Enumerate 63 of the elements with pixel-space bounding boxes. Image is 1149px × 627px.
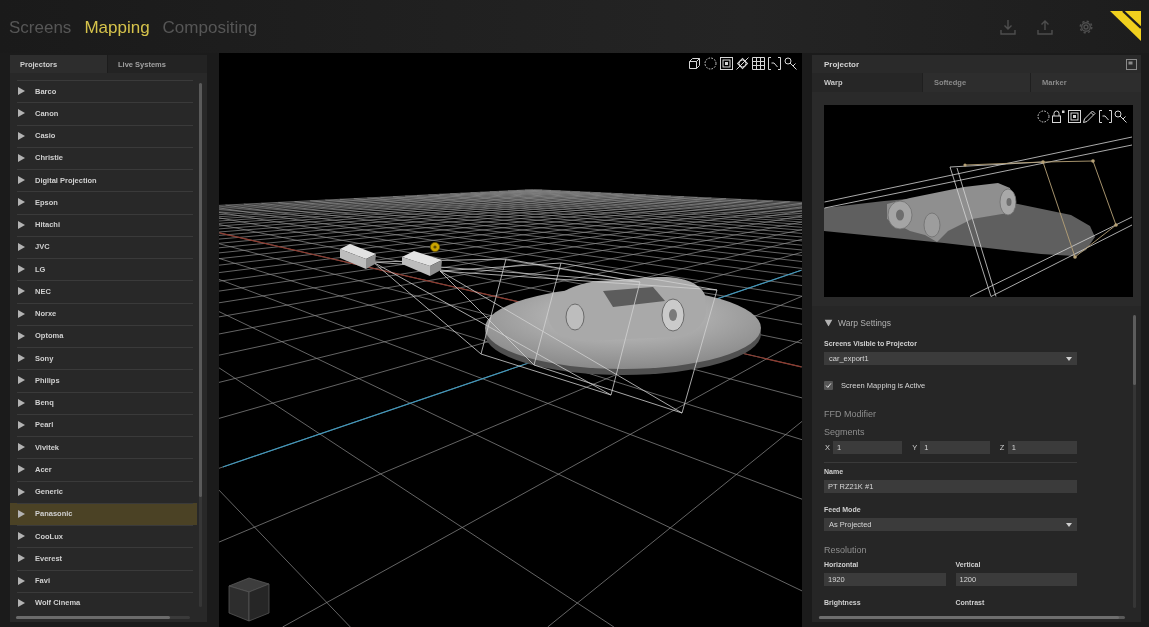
dotted-circle-icon[interactable] — [1036, 110, 1050, 123]
collapse-arrow-icon[interactable] — [824, 319, 833, 327]
section-heading: Segments — [824, 426, 866, 438]
warp-handle[interactable] — [1091, 159, 1095, 163]
expand-arrow-icon[interactable] — [18, 465, 25, 474]
expand-arrow-icon[interactable] — [18, 331, 25, 340]
expand-arrow-icon[interactable] — [18, 554, 25, 563]
expand-arrow-icon[interactable] — [18, 87, 25, 96]
projector-preview[interactable] — [824, 105, 1133, 297]
expand-arrow-icon[interactable] — [18, 287, 25, 296]
projector-model[interactable] — [402, 251, 442, 276]
expand-arrow-icon[interactable] — [18, 153, 25, 162]
scrollbar-thumb[interactable] — [1133, 315, 1136, 385]
warp-handle[interactable] — [1041, 160, 1045, 164]
warp-handle[interactable] — [963, 163, 967, 167]
caret-icon — [1066, 522, 1072, 527]
expand-arrow-icon[interactable] — [18, 265, 25, 274]
expand-arrow-icon[interactable] — [18, 420, 25, 429]
window-icon[interactable] — [1126, 58, 1137, 70]
3d-viewport[interactable] — [219, 53, 802, 627]
expand-arrow-icon[interactable] — [18, 509, 25, 518]
box-icon[interactable] — [688, 57, 701, 70]
projector-model[interactable] — [340, 244, 376, 269]
light-icon[interactable] — [430, 242, 440, 252]
wrench-icon[interactable] — [784, 57, 797, 70]
expand-arrow-icon[interactable] — [18, 398, 25, 407]
crossed-squares-icon[interactable] — [736, 57, 749, 70]
section-title[interactable]: Warp Settings — [838, 318, 892, 328]
lock-icon[interactable] — [1052, 110, 1065, 123]
warp-handle[interactable] — [1073, 255, 1077, 259]
bracket-icon[interactable] — [1098, 110, 1112, 123]
grid-icon[interactable] — [752, 57, 765, 70]
expand-arrow-icon[interactable] — [18, 576, 25, 585]
pencil-icon[interactable] — [1083, 110, 1096, 123]
expand-arrow-icon[interactable] — [18, 354, 25, 363]
dotted-circle-icon[interactable] — [704, 57, 717, 70]
expand-arrow-icon[interactable] — [18, 598, 25, 607]
car-model[interactable] — [887, 183, 1017, 242]
target-square-icon[interactable] — [720, 57, 733, 70]
expand-arrow-icon[interactable] — [18, 443, 25, 452]
warp-handle[interactable] — [1114, 223, 1118, 227]
mode-tab[interactable]: Mapping — [84, 18, 150, 38]
car-model[interactable] — [548, 276, 706, 341]
expand-arrow-icon[interactable] — [18, 376, 25, 385]
scrollbar-thumb[interactable] — [199, 83, 202, 497]
checkbox[interactable] — [824, 380, 833, 390]
wrench-icon[interactable] — [1114, 110, 1127, 123]
target-square-icon[interactable] — [1067, 110, 1081, 123]
section-heading: FFD Modifier — [824, 408, 877, 420]
expand-arrow-icon[interactable] — [18, 131, 25, 140]
expand-arrow-icon[interactable] — [18, 198, 25, 207]
expand-arrow-icon[interactable] — [18, 487, 25, 496]
logo-icon — [1110, 10, 1141, 41]
expand-arrow-icon[interactable] — [18, 176, 25, 185]
expand-arrow-icon[interactable] — [18, 109, 25, 118]
panel-title: Projector — [824, 59, 860, 69]
caret-icon — [1066, 356, 1072, 361]
expand-arrow-icon[interactable] — [18, 242, 25, 251]
expand-arrow-icon[interactable] — [18, 532, 25, 541]
expand-arrow-icon[interactable] — [18, 220, 25, 229]
expand-arrow-icon[interactable] — [18, 309, 25, 318]
section-heading: Resolution — [824, 544, 868, 556]
bracket-icon[interactable] — [768, 57, 781, 70]
